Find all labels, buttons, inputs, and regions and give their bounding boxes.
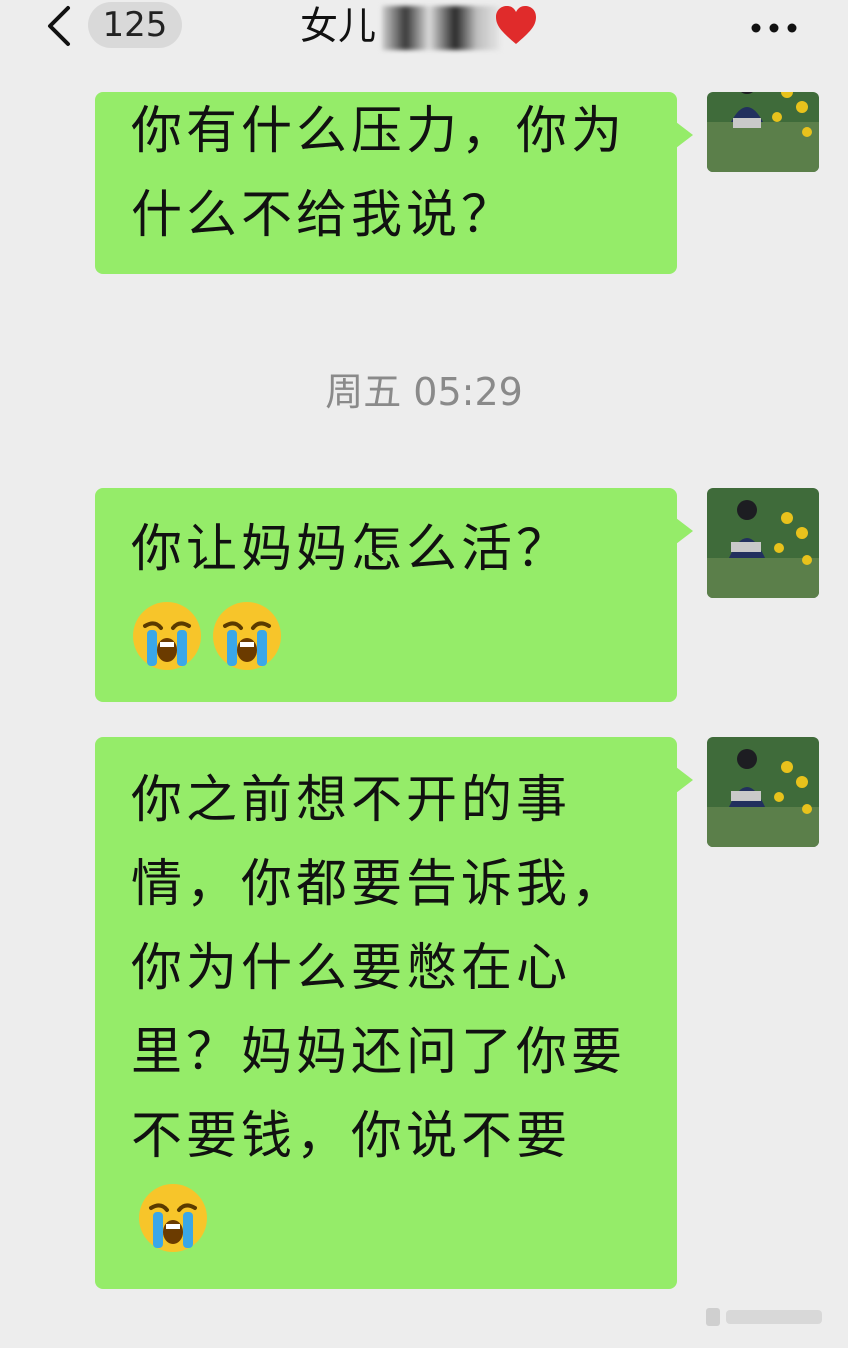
loudly-crying-face-icon: [133, 602, 201, 670]
back-button[interactable]: [40, 4, 80, 48]
avatar-photo: [707, 92, 819, 172]
loudly-crying-face-icon: [139, 1184, 207, 1252]
message-text: 你之前想不开的事情，你都要告诉我，你为什么要憋在心里？妈妈还问了你要不要钱，你说…: [131, 771, 627, 1166]
message-text: 你有什么压力，你为什么不给我说？: [131, 102, 627, 245]
unread-count-badge[interactable]: 125: [88, 2, 182, 48]
avatar[interactable]: [707, 488, 819, 598]
blurred-name: [382, 6, 500, 50]
more-options-button[interactable]: [746, 6, 802, 46]
watermark-logo: [706, 1308, 822, 1326]
message-bubble[interactable]: 你之前想不开的事情，你都要告诉我，你为什么要憋在心里？妈妈还问了你要不要钱，你说…: [95, 737, 693, 1289]
avatar[interactable]: [707, 92, 819, 172]
timestamp-divider: 周五 05:29: [325, 370, 523, 414]
red-heart-icon: [496, 6, 536, 44]
emoji-row: [131, 592, 641, 676]
avatar-photo: [707, 737, 819, 847]
message-bubble[interactable]: 你有什么压力，你为什么不给我说？: [95, 92, 693, 274]
chat-header: 125 女儿: [0, 0, 848, 90]
message-bubble[interactable]: 你让妈妈怎么活？: [95, 488, 693, 702]
loudly-crying-face-icon: [213, 602, 281, 670]
avatar[interactable]: [707, 737, 819, 847]
chevron-left-icon: [48, 6, 70, 46]
ellipsis-icon: [751, 23, 797, 33]
chat-title: 女儿: [300, 4, 377, 48]
avatar-photo: [707, 488, 819, 598]
message-text: 你让妈妈怎么活？: [131, 520, 572, 579]
